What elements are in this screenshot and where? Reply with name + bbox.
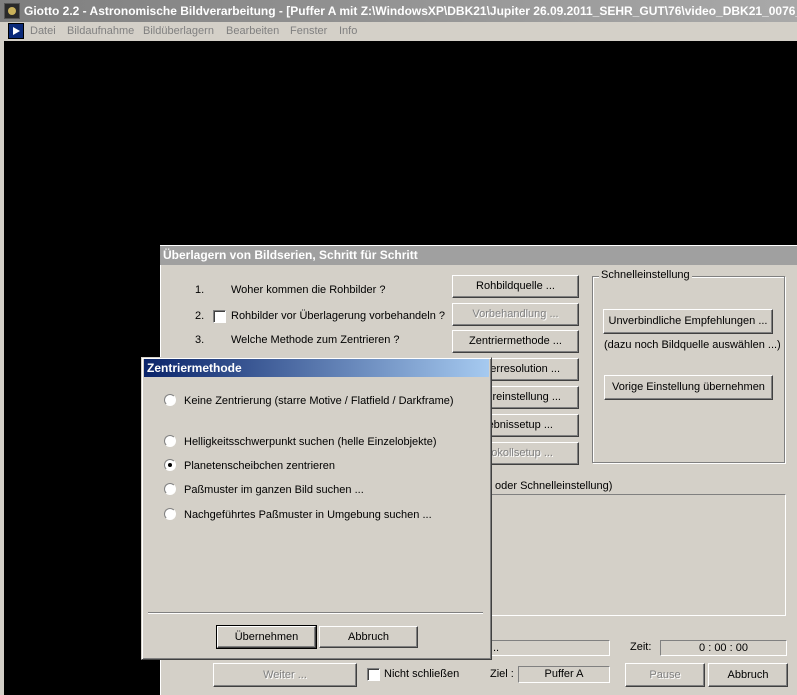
wizard-abbruch-button[interactable]: Abbruch bbox=[708, 663, 788, 687]
radio-keine-zentrierung[interactable] bbox=[164, 394, 176, 406]
menu-bearbeiten[interactable]: Bearbeiten bbox=[225, 22, 280, 41]
app-icon bbox=[4, 3, 20, 19]
progress-field: .. bbox=[490, 640, 610, 656]
schnelleinstellung-label: Schnelleinstellung bbox=[599, 269, 692, 281]
info-panel bbox=[491, 494, 786, 616]
ziel-field: Puffer A bbox=[518, 666, 610, 683]
progress-text: .. bbox=[493, 642, 500, 654]
zeit-value: 0 : 00 : 00 bbox=[699, 642, 748, 654]
radio-passmuster-ganzes-bild[interactable] bbox=[164, 483, 176, 495]
bildquelle-hint: (dazu noch Bildquelle auswählen ...) bbox=[604, 339, 781, 351]
zeit-label: Zeit: bbox=[630, 641, 652, 653]
document-icon[interactable] bbox=[8, 23, 24, 39]
step-1-text: Woher kommen die Rohbilder ? bbox=[231, 284, 386, 296]
option-planetenscheibchen[interactable]: Planetenscheibchen zentrieren bbox=[184, 460, 335, 472]
radio-helligkeitsschwerpunkt[interactable] bbox=[164, 435, 176, 447]
nicht-schliessen-checkbox[interactable] bbox=[367, 668, 380, 681]
zentrier-abbruch-button[interactable]: Abbruch bbox=[319, 626, 418, 648]
vorbehandlung-button[interactable]: Vorbehandlung ... bbox=[452, 303, 579, 326]
step-3-number: 3. bbox=[195, 334, 205, 346]
zentriermethode-button[interactable]: Zentriermethode ... bbox=[452, 330, 579, 353]
ubernehmen-button[interactable]: Übernehmen bbox=[216, 625, 317, 649]
wizard-title[interactable]: Überlagern von Bildserien, Schritt für S… bbox=[160, 246, 797, 265]
window-title: Giotto 2.2 - Astronomische Bildverarbeit… bbox=[24, 4, 797, 18]
radio-passmuster-umgebung[interactable] bbox=[164, 508, 176, 520]
menu-bildaufnahme[interactable]: Bildaufnahme bbox=[66, 22, 135, 41]
step-2-number: 2. bbox=[195, 310, 205, 322]
radio-planetenscheibchen[interactable] bbox=[164, 459, 176, 471]
step-1-number: 1. bbox=[195, 284, 205, 296]
option-passmuster-umgebung[interactable]: Nachgeführtes Paßmuster in Umgebung such… bbox=[184, 509, 432, 521]
pause-button[interactable]: Pause bbox=[625, 663, 705, 687]
weiter-button[interactable]: Weiter ... bbox=[213, 663, 357, 687]
option-keine-zentrierung[interactable]: Keine Zentrierung (starre Motive / Flatf… bbox=[184, 395, 454, 407]
step-3-text: Welche Methode zum Zentrieren ? bbox=[231, 334, 400, 346]
nicht-schliessen-label: Nicht schließen bbox=[384, 668, 460, 680]
menu-info[interactable]: Info bbox=[338, 22, 358, 41]
dialog-separator bbox=[148, 612, 483, 614]
ziel-label: Ziel : bbox=[490, 668, 514, 680]
menu-datei[interactable]: Datei bbox=[29, 22, 57, 41]
step-2-text: Rohbilder vor Überlagerung vorbehandeln … bbox=[231, 310, 446, 322]
option-helligkeitsschwerpunkt[interactable]: Helligkeitsschwerpunkt suchen (helle Ein… bbox=[184, 436, 437, 448]
menu-bar: Datei Bildaufnahme Bildüberlagern Bearbe… bbox=[0, 22, 797, 41]
zeit-field: 0 : 00 : 00 bbox=[660, 640, 787, 656]
vorbehandeln-checkbox[interactable] bbox=[213, 310, 226, 323]
info-text: oder Schnelleinstellung) bbox=[495, 480, 613, 492]
menu-fenster[interactable]: Fenster bbox=[289, 22, 328, 41]
ziel-value: Puffer A bbox=[544, 668, 584, 680]
option-passmuster-ganzes-bild[interactable]: Paßmuster im ganzen Bild suchen ... bbox=[184, 484, 364, 496]
menu-bilduberlagern[interactable]: Bildüberlagern bbox=[142, 22, 215, 41]
empfehlungen-button[interactable]: Unverbindliche Empfehlungen ... bbox=[603, 309, 773, 334]
zentriermethode-title[interactable]: Zentriermethode bbox=[144, 359, 489, 377]
window-title-bar[interactable]: Giotto 2.2 - Astronomische Bildverarbeit… bbox=[0, 0, 797, 22]
rohbildquelle-button[interactable]: Rohbildquelle ... bbox=[452, 275, 579, 298]
vorige-einstellung-button[interactable]: Vorige Einstellung übernehmen bbox=[604, 375, 773, 400]
schnelleinstellung-group bbox=[592, 276, 785, 463]
